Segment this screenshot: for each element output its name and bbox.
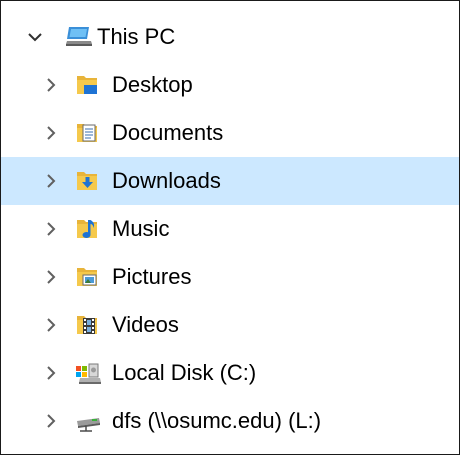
chevron-right-icon[interactable] [41,411,61,431]
tree-item-label: Desktop [112,72,193,97]
tree-item-music[interactable]: Music [1,205,459,253]
chevron-right-icon[interactable] [41,75,61,95]
chevron-right-icon[interactable] [41,219,61,239]
tree-item-this-pc[interactable]: This PC [1,13,459,61]
folder-tree: This PC Desktop Documents Downloads Musi… [1,13,459,445]
tree-item-pictures[interactable]: Pictures [1,253,459,301]
chevron-right-icon[interactable] [41,123,61,143]
local-disk-icon [74,361,101,385]
computer-icon [65,25,93,49]
tree-item-label: Music [112,216,170,241]
chevron-right-icon[interactable] [41,315,61,335]
tree-item-label: Pictures [112,264,192,289]
tree-item-local-disk-c[interactable]: Local Disk (C:) [1,349,459,397]
tree-item-label: Videos [112,312,179,337]
tree-item-documents[interactable]: Documents [1,109,459,157]
tree-item-network-drive-l[interactable]: dfs (\\osumc.edu) (L:) [1,397,459,445]
tree-item-label: Documents [112,120,224,145]
tree-item-label: Local Disk (C:) [112,360,257,385]
network-drive-icon [74,409,100,433]
desktop-folder-icon [74,73,100,97]
chevron-right-icon[interactable] [41,267,61,287]
tree-item-videos[interactable]: Videos [1,301,459,349]
chevron-down-icon[interactable] [25,27,45,47]
chevron-right-icon[interactable] [41,171,61,191]
documents-folder-icon [74,121,100,145]
tree-item-desktop[interactable]: Desktop [1,61,459,109]
navigation-pane: This PC Desktop Documents Downloads Musi… [0,0,460,455]
tree-item-downloads[interactable]: Downloads [1,157,459,205]
pictures-folder-icon [74,265,100,289]
music-folder-icon [74,217,100,241]
tree-item-label: dfs (\\osumc.edu) (L:) [112,408,322,433]
tree-item-label: Downloads [112,168,221,193]
videos-folder-icon [74,313,100,337]
downloads-folder-icon [74,169,100,193]
chevron-right-icon[interactable] [41,363,61,383]
tree-item-label: This PC [97,24,176,49]
